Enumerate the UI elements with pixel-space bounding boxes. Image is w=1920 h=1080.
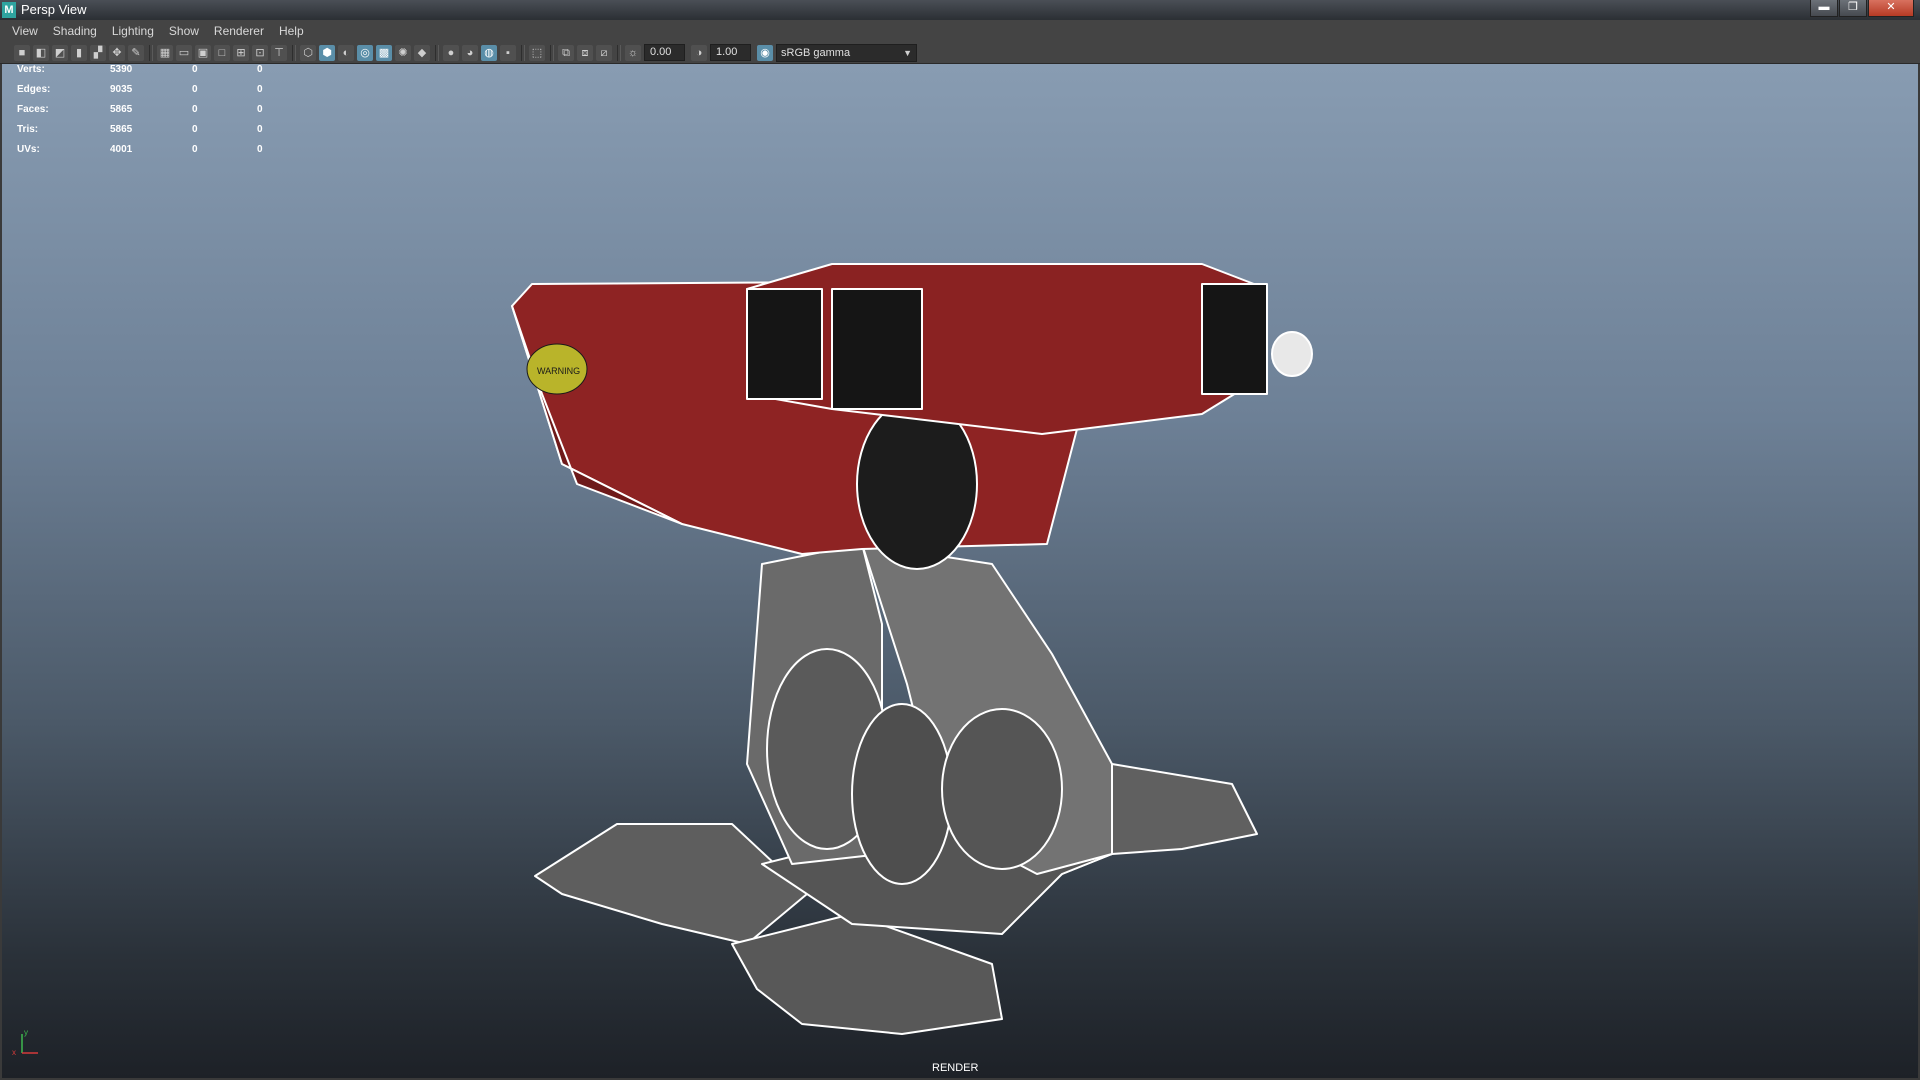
resolution-gate-icon[interactable]: ▣ [195, 44, 211, 61]
menu-show[interactable]: Show [169, 24, 199, 38]
exposure-field[interactable]: 0.00 [644, 44, 685, 61]
image-plane-icon[interactable]: ▞ [90, 44, 106, 61]
warning-decal-text: WARNING [537, 366, 580, 376]
camera-icon[interactable]: ■ [14, 44, 30, 61]
barrel-port-left [746, 288, 823, 400]
toolbar-separator [435, 44, 439, 61]
grid-icon[interactable]: ▦ [157, 44, 173, 61]
app-icon: M [2, 2, 16, 18]
safe-title-icon[interactable]: ⊤ [271, 44, 287, 61]
wireframe-icon[interactable]: ⬡ [300, 44, 316, 61]
render-label: RENDER [932, 1062, 979, 1074]
exposure-icon[interactable]: ☼ [625, 44, 641, 61]
title-bar: M Persp View ▬ ❐ ✕ [0, 0, 1920, 20]
default-lighting-icon[interactable]: ◐ [338, 44, 354, 61]
view-transform-select[interactable]: sRGB gamma ▼ [776, 43, 917, 62]
menu-view[interactable]: View [12, 24, 38, 38]
smooth-shade-icon[interactable]: ⬢ [319, 44, 335, 61]
menu-help[interactable]: Help [279, 24, 304, 38]
center-wheel [851, 703, 953, 885]
axis-x-label: x [12, 1048, 16, 1057]
multisample-aa-icon[interactable]: ◍ [481, 44, 497, 61]
base-left-foot [534, 823, 808, 945]
motion-blur-icon[interactable]: ◕ [462, 44, 478, 61]
restore-button[interactable]: ❐ [1839, 0, 1867, 17]
axis-y-label: y [24, 1028, 28, 1037]
use-all-lights-icon[interactable]: ✺ [395, 44, 411, 61]
menu-lighting[interactable]: Lighting [112, 24, 154, 38]
xray-active-components-icon[interactable]: ⧈ [577, 44, 593, 61]
xray-icon[interactable]: ⧉ [558, 44, 574, 61]
toolbar-separator [550, 44, 554, 61]
shadows-icon[interactable]: ◆ [414, 44, 430, 61]
wireframe-on-shaded-icon[interactable]: ◎ [357, 44, 373, 61]
toolbar-separator [292, 44, 296, 61]
right-wheel [941, 708, 1063, 870]
gate-mask-icon[interactable]: □ [214, 44, 230, 61]
viewport-toolbar: ■ ◧ ◩ ▮ ▞ ✥ ✎ ▦ ▭ ▣ □ ⊞ ⊡ ⊤ ⬡ ⬢ ◐ ◎ ▩ ✺ … [0, 42, 1920, 64]
window-title: Persp View [21, 2, 87, 17]
window-controls: ▬ ❐ ✕ [1809, 0, 1914, 18]
toolbar-separator [149, 44, 153, 61]
menu-bar: View Shading Lighting Show Renderer Help [0, 20, 1920, 42]
persp-viewport[interactable]: Verts: 5390 0 0 Edges: 9035 0 0 Faces: 5… [2, 64, 1918, 1078]
toolbar-separator [521, 44, 525, 61]
camera-attributes-icon[interactable]: ◧ [33, 44, 49, 61]
gun-barrel-top [746, 263, 1268, 435]
menu-shading[interactable]: Shading [53, 24, 97, 38]
pan-zoom-icon[interactable]: ✥ [109, 44, 125, 61]
gamma-icon[interactable]: ◑ [691, 44, 707, 61]
depth-of-field-icon[interactable]: ▪ [500, 44, 516, 61]
isolate-select-icon[interactable]: ⬚ [529, 44, 545, 61]
field-chart-icon[interactable]: ⊞ [233, 44, 249, 61]
gamma-field[interactable]: 1.00 [710, 44, 751, 61]
axis-gizmo: y x [12, 1028, 38, 1057]
close-button[interactable]: ✕ [1868, 0, 1914, 17]
color-management-icon[interactable]: ◉ [757, 44, 773, 61]
barrel-port-center [831, 288, 923, 410]
muzzle-tip [1271, 331, 1313, 377]
film-gate-icon[interactable]: ▭ [176, 44, 192, 61]
chevron-down-icon: ▼ [903, 47, 912, 58]
minimize-button[interactable]: ▬ [1810, 0, 1838, 17]
barrel-end [1201, 283, 1268, 395]
menu-renderer[interactable]: Renderer [214, 24, 264, 38]
textured-icon[interactable]: ▩ [376, 44, 392, 61]
bookmark-icon[interactable]: ▮ [71, 44, 87, 61]
bookmark-camera-icon[interactable]: ◩ [52, 44, 68, 61]
screen-space-ao-icon[interactable]: ● [443, 44, 459, 61]
xray-joints-icon[interactable]: ⧄ [596, 44, 612, 61]
safe-action-icon[interactable]: ⊡ [252, 44, 268, 61]
grease-pencil-icon[interactable]: ✎ [128, 44, 144, 61]
toolbar-separator [617, 44, 621, 61]
view-transform-value: sRGB gamma [781, 46, 851, 59]
turret-model[interactable]: WARNING [2, 64, 1918, 1078]
